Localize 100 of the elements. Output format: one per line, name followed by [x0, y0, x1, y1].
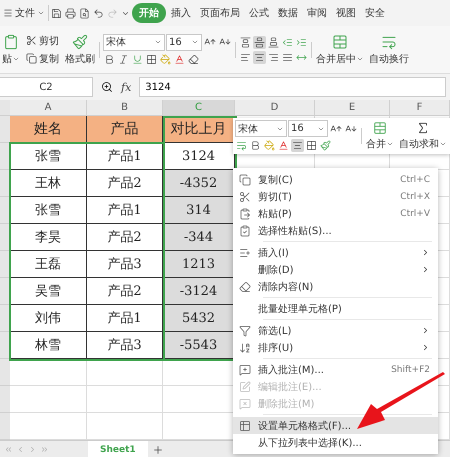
menu-item[interactable]: 删除(D) [233, 261, 438, 278]
save-button[interactable] [50, 6, 63, 20]
menu-item[interactable]: 粘贴(P) Ctrl+V [233, 205, 438, 222]
menu-item[interactable]: 插入批注(M)... Shift+F2 [233, 361, 438, 378]
sigma-icon [416, 121, 430, 135]
align-center-button[interactable] [291, 139, 304, 152]
merge-button[interactable]: 合并 [365, 121, 395, 151]
row-header[interactable] [0, 251, 10, 278]
menu-item[interactable]: 选择性粘贴(S)... [233, 222, 438, 239]
row-header[interactable] [0, 143, 10, 170]
format-painter-button[interactable]: 格式刷 [64, 34, 96, 66]
table-cell: 产品2 [87, 224, 163, 251]
align-middle-button[interactable] [253, 36, 266, 48]
autosum-button[interactable]: 自动求和 [398, 121, 448, 151]
menu-item[interactable]: 设置单元格格式(F)... [233, 417, 438, 434]
ribbon-tab[interactable]: 安全 [361, 3, 389, 23]
preview-button[interactable] [78, 6, 91, 20]
caret-icon [386, 140, 394, 148]
caret-icon [154, 38, 162, 46]
align-center-button[interactable] [253, 50, 266, 64]
table-cell: 产品1 [87, 305, 163, 332]
font-color-button[interactable] [173, 52, 186, 66]
caret-icon [191, 38, 199, 46]
copy-button[interactable]: 复制 [24, 50, 61, 66]
empty-cell[interactable] [87, 359, 163, 386]
wrap-text-button[interactable]: 自动换行 [368, 34, 410, 66]
undo-button[interactable] [92, 6, 105, 20]
merge-cells-icon [373, 121, 387, 135]
empty-cell[interactable] [87, 386, 163, 413]
italic-button[interactable] [117, 52, 130, 66]
table-cell: 王林 [10, 170, 87, 197]
menu-item[interactable]: 筛选(L) [233, 322, 438, 339]
menu-item[interactable]: 复制(C) Ctrl+C [233, 171, 438, 188]
ribbon-tab[interactable]: 数据 [274, 3, 302, 23]
fill-color-button[interactable] [263, 139, 276, 152]
merge-center-button[interactable]: 合并居中 [315, 34, 365, 66]
font-size-select[interactable]: 16 [288, 120, 328, 137]
menu-item[interactable]: 排序(U) [233, 339, 438, 356]
menu-item[interactable]: 清除内容(N) [233, 278, 438, 295]
shrink-font-icon [345, 122, 357, 134]
align-bottom-button[interactable] [267, 36, 280, 48]
border-button[interactable] [305, 139, 318, 152]
print-icon [65, 8, 76, 18]
font-select[interactable]: 宋体 [103, 34, 165, 50]
border-button[interactable] [145, 52, 158, 66]
paste-icon [239, 208, 251, 220]
cut-button[interactable]: 剪切 [24, 32, 61, 48]
menu-item[interactable]: 批量处理单元格(P) [233, 300, 438, 317]
ribbon-tab[interactable]: 视图 [332, 3, 360, 23]
row-header[interactable] [0, 278, 10, 305]
fill-color-button[interactable] [159, 52, 172, 66]
copy-icon [239, 174, 251, 186]
fill-color-icon [264, 140, 275, 151]
table-cell: -4352 [163, 170, 235, 197]
table-cell: 林雪 [10, 332, 87, 359]
ribbon-tab[interactable]: 公式 [245, 3, 273, 23]
font-color-button[interactable] [277, 139, 290, 152]
paintbrush-icon [72, 34, 88, 50]
column-header[interactable]: A [10, 100, 87, 116]
clipboard-icon [3, 34, 19, 50]
row-header[interactable] [0, 305, 10, 332]
row-header[interactable] [0, 197, 10, 224]
formula-field[interactable]: 3124 [139, 77, 446, 97]
menu-item[interactable]: 从下拉列表中选择(K)... [233, 434, 438, 451]
row-header[interactable] [0, 332, 10, 359]
bold-icon [250, 140, 261, 151]
font-color-icon [174, 54, 185, 64]
copy-icon [26, 53, 37, 64]
border-icon [146, 54, 157, 64]
eraser-button[interactable] [187, 52, 200, 66]
shortcut-label: Ctrl+C [400, 174, 430, 184]
column-header[interactable]: B [87, 100, 163, 116]
row-header[interactable] [0, 170, 10, 197]
table-cell: 314 [163, 197, 235, 224]
menu-item[interactable]: 剪切(T) Ctrl+X [233, 188, 438, 205]
file-menu[interactable]: 文件 [1, 5, 47, 21]
table-cell: -344 [163, 224, 235, 251]
indent-increase-icon [296, 36, 307, 48]
table-header-cell: 姓名 [10, 116, 87, 143]
ribbon-tab[interactable]: 插入 [167, 3, 195, 23]
last-sheet-icon [40, 445, 49, 454]
name-box[interactable]: C2 [0, 77, 93, 97]
next-sheet-icon [28, 445, 37, 454]
font-color-icon [278, 140, 289, 151]
sort-icon [239, 342, 251, 354]
align-top-button[interactable] [239, 36, 252, 48]
font-size-select[interactable]: 16 [166, 34, 202, 50]
column-header[interactable]: D [235, 100, 315, 116]
row-header[interactable] [0, 224, 10, 251]
menu-item[interactable]: 插入(I) [233, 244, 438, 261]
print-button[interactable] [64, 6, 77, 20]
table-cell: 张雪 [10, 197, 87, 224]
ribbon-tab[interactable]: 页面布局 [196, 3, 244, 23]
column-header[interactable]: E [315, 100, 390, 116]
font-select[interactable]: 宋体 [235, 120, 287, 137]
first-sheet-icon [4, 445, 13, 454]
redo-icon [107, 8, 118, 18]
ribbon-tab[interactable]: 审阅 [303, 3, 331, 23]
column-header[interactable]: F [390, 100, 450, 116]
paste-button[interactable]: 贴 [1, 34, 21, 66]
